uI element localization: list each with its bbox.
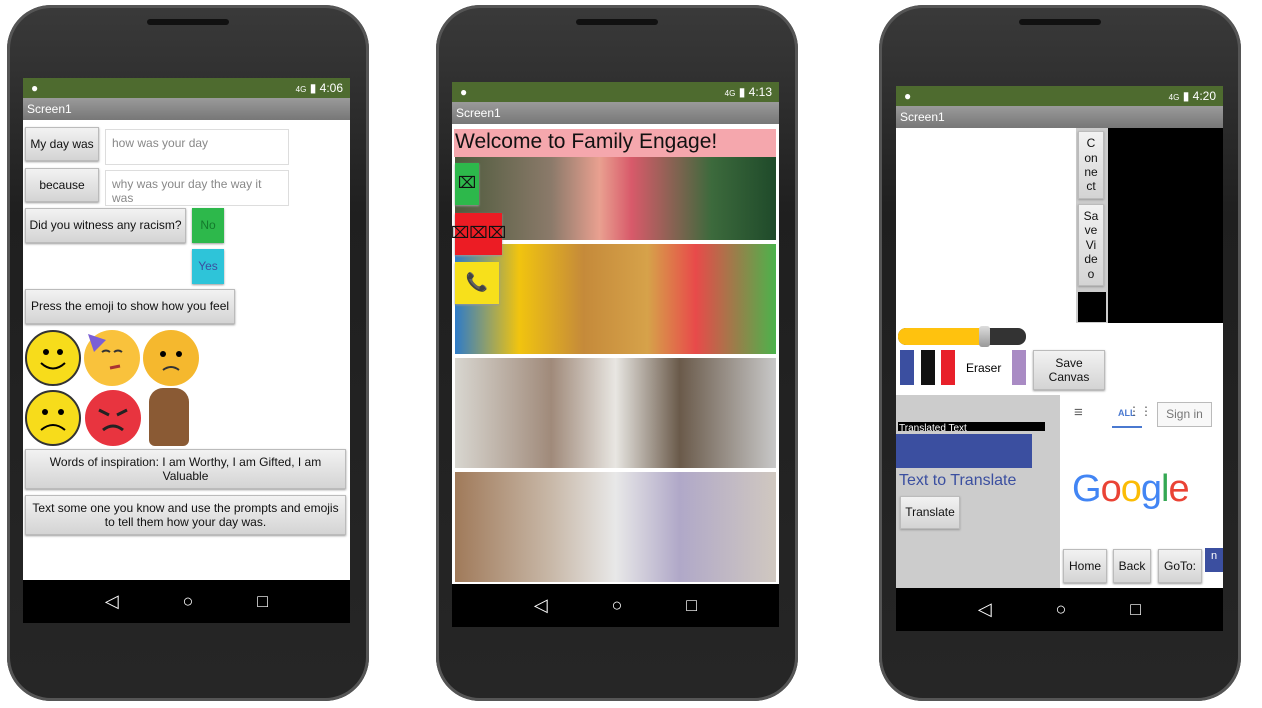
apps-grid-icon[interactable]: ⋮⋮ <box>1128 404 1152 418</box>
color-blue-button[interactable] <box>900 350 914 385</box>
connect-button[interactable]: C on ne ct <box>1078 131 1104 199</box>
menu-icon[interactable]: ≡ <box>1074 404 1083 421</box>
racism-button[interactable]: Did you witness any racism? <box>25 208 186 243</box>
sad-face-icon[interactable] <box>25 390 81 446</box>
drawing-canvas[interactable] <box>896 128 1076 323</box>
no-button[interactable]: No <box>192 208 224 243</box>
phone-icon[interactable]: 📞 <box>455 262 499 304</box>
notification-icon: ● <box>31 81 39 95</box>
translate-button[interactable]: Translate <box>900 496 960 529</box>
back-button[interactable]: Back <box>1113 549 1151 583</box>
because-button[interactable]: because <box>25 168 99 202</box>
day-input[interactable]: how was your day <box>105 129 289 165</box>
battery-icon: ▮ <box>1182 89 1190 103</box>
worried-face-icon[interactable] <box>143 330 199 386</box>
home-icon[interactable]: ○ <box>1056 599 1067 620</box>
save-video-button[interactable]: Sa ve Vi de o <box>1078 204 1104 286</box>
recents-icon[interactable]: □ <box>1130 599 1141 620</box>
nav-bar: ◁ ○ □ <box>23 580 350 623</box>
phone-2: ● 4G ▮ 4:13 Screen1 Welcome to Family Eng… <box>436 5 798 701</box>
nav-bar: ◁ ○ □ <box>896 588 1223 631</box>
my-day-button[interactable]: My day was <box>25 127 99 161</box>
goto-button[interactable]: GoTo: <box>1158 549 1202 583</box>
photo-game-controller <box>455 472 776 582</box>
translated-text-label: Translated Text <box>898 422 1045 431</box>
photo-meeting <box>455 358 776 468</box>
yes-button[interactable]: Yes <box>192 249 224 284</box>
phone-1: ● 4G ▮ 4:06 Screen1 My day was how was yo… <box>7 5 369 701</box>
raised-fist-icon[interactable] <box>149 388 189 446</box>
clock: 4:20 <box>1192 89 1216 103</box>
status-bar: ● 4G ▮ 4:06 <box>23 78 350 98</box>
speaker <box>1019 19 1101 25</box>
clock: 4:13 <box>748 85 772 99</box>
party-face-icon[interactable] <box>84 330 140 386</box>
screen-3: ● 4G ▮ 4:20 Screen1 C on ne ct Sa ve Vi d… <box>896 86 1223 631</box>
notification-icon: ● <box>904 89 912 103</box>
back-icon[interactable]: ◁ <box>978 599 992 620</box>
home-icon[interactable]: ○ <box>612 595 623 616</box>
screen-title: Screen1 <box>896 106 1223 128</box>
color-red-button[interactable] <box>941 350 955 385</box>
color-black-button[interactable] <box>921 350 935 385</box>
color-purple-button[interactable] <box>1012 350 1026 385</box>
icon-button-1[interactable]: ⌧ <box>455 163 479 205</box>
url-input[interactable]: n <box>1205 548 1223 572</box>
signal-icon: 4G <box>295 85 307 94</box>
screen-title: Screen1 <box>452 102 779 124</box>
text-someone-button[interactable]: Text some one you know and use the promp… <box>25 495 346 535</box>
home-icon[interactable]: ○ <box>183 591 194 612</box>
screen-1: ● 4G ▮ 4:06 Screen1 My day was how was yo… <box>23 78 350 623</box>
eraser-label[interactable]: Eraser <box>966 361 1001 375</box>
speaker <box>147 19 229 25</box>
photo-pineapples <box>455 244 776 354</box>
emoji-prompt-button[interactable]: Press the emoji to show how you feel <box>25 289 235 324</box>
screen-title: Screen1 <box>23 98 350 120</box>
status-bar: ● 4G ▮ 4:13 <box>452 82 779 102</box>
back-icon[interactable]: ◁ <box>105 591 119 612</box>
because-input[interactable]: why was your day the way it was <box>105 170 289 206</box>
video-preview-small <box>1078 292 1106 322</box>
phone-3: ● 4G ▮ 4:20 Screen1 C on ne ct Sa ve Vi d… <box>879 5 1241 701</box>
brush-size-slider[interactable] <box>898 326 1026 347</box>
text-to-translate-label: Text to Translate <box>899 472 1017 489</box>
back-icon[interactable]: ◁ <box>534 595 548 616</box>
nav-bar: ◁ ○ □ <box>452 584 779 627</box>
angry-face-icon[interactable] <box>85 390 141 446</box>
inspiration-button[interactable]: Words of inspiration: I am Worthy, I am … <box>25 449 346 489</box>
translation-output <box>896 434 1032 468</box>
google-logo: Google <box>1072 468 1190 510</box>
battery-icon: ▮ <box>309 81 317 95</box>
video-view <box>1108 128 1223 323</box>
battery-icon: ▮ <box>738 85 746 99</box>
sign-in-button[interactable]: Sign in <box>1157 402 1212 427</box>
signal-icon: 4G <box>724 89 736 98</box>
notification-icon: ● <box>460 85 468 99</box>
slider-thumb[interactable] <box>978 326 990 347</box>
recents-icon[interactable]: □ <box>257 591 268 612</box>
home-button[interactable]: Home <box>1063 549 1107 583</box>
icon-button-2[interactable]: ⌧⌧⌧ <box>452 213 506 255</box>
slider-fill <box>898 328 984 345</box>
screen-2: ● 4G ▮ 4:13 Screen1 Welcome to Family Eng… <box>452 82 779 627</box>
welcome-label: Welcome to Family Engage! <box>454 129 776 157</box>
status-bar: ● 4G ▮ 4:20 <box>896 86 1223 106</box>
save-canvas-button[interactable]: Save Canvas <box>1033 350 1105 390</box>
clock: 4:06 <box>319 81 343 95</box>
smiling-face-icon[interactable] <box>25 330 81 386</box>
recents-icon[interactable]: □ <box>686 595 697 616</box>
signal-icon: 4G <box>1168 93 1180 102</box>
speaker <box>576 19 658 25</box>
